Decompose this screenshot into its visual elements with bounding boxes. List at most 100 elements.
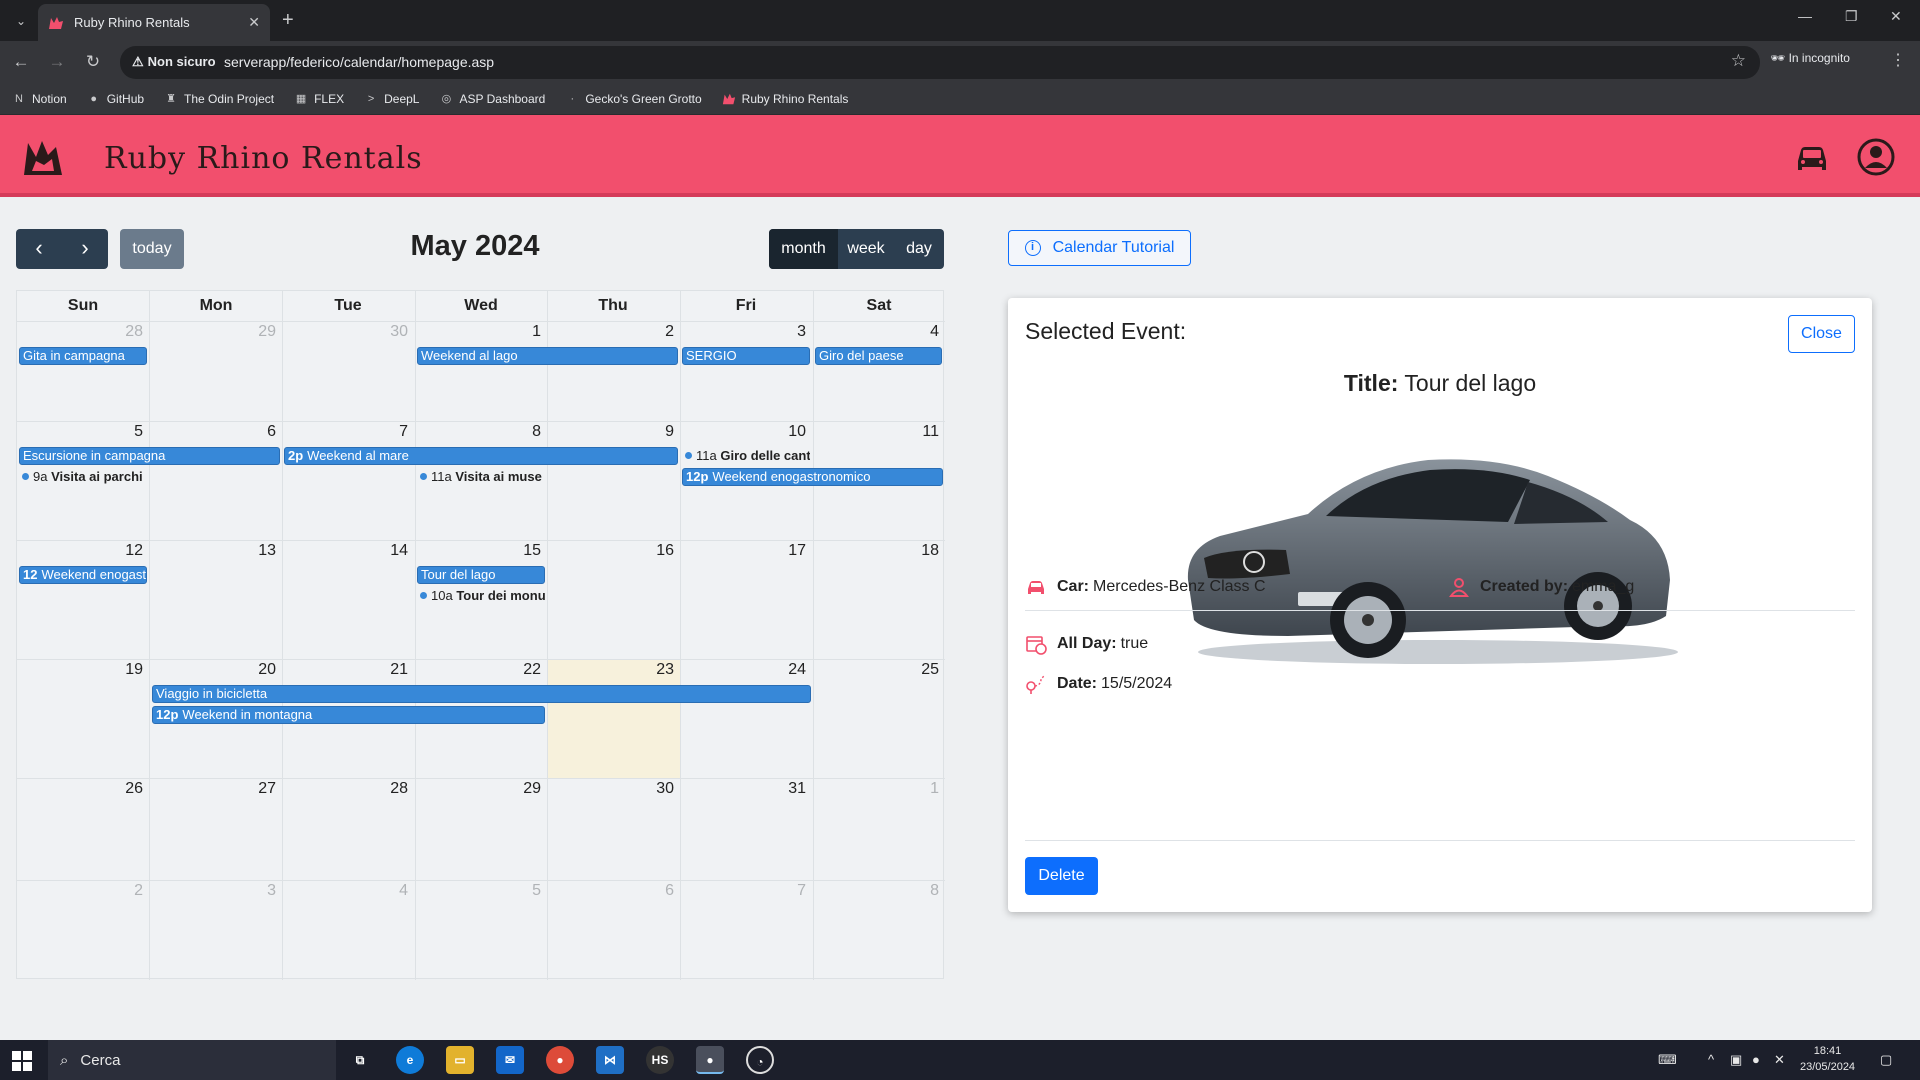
day-number[interactable]: 25 <box>909 661 939 679</box>
url-text[interactable]: serverapp/federico/calendar/homepage.asp <box>224 54 494 70</box>
day-number[interactable]: 28 <box>113 323 143 341</box>
user-account-icon[interactable] <box>1856 137 1896 177</box>
keyboard-icon[interactable]: ⌨ <box>1658 1052 1677 1068</box>
day-number[interactable]: 13 <box>246 542 276 560</box>
bookmark-star-icon[interactable]: ☆ <box>1731 51 1746 71</box>
tab-search-button[interactable]: ⌄ <box>10 10 32 32</box>
window-close-icon[interactable]: ✕ <box>1890 8 1902 25</box>
chrome-icon[interactable]: ● <box>546 1046 574 1074</box>
calendar-event[interactable]: 10a Tour dei monu <box>417 587 545 605</box>
day-number[interactable]: 4 <box>378 882 408 900</box>
calendar-event[interactable]: SERGIO <box>682 347 810 365</box>
minimize-icon[interactable]: — <box>1798 8 1812 24</box>
day-number[interactable]: 5 <box>113 423 143 441</box>
incognito-indicator[interactable]: 🕶 In incognito <box>1770 51 1850 65</box>
day-number[interactable]: 6 <box>246 423 276 441</box>
mail-icon[interactable]: ✉ <box>496 1046 524 1074</box>
security-indicator[interactable]: ⚠ Non sicuro <box>132 54 220 70</box>
restore-icon[interactable]: ❐ <box>1845 8 1858 25</box>
day-number[interactable]: 24 <box>776 661 806 679</box>
day-number[interactable]: 2 <box>644 323 674 341</box>
calendar-event[interactable]: 9a Visita ai parchi <box>19 468 147 486</box>
close-button[interactable]: Close <box>1788 315 1855 353</box>
calendar-event[interactable]: 11a Visita ai muse <box>417 468 545 486</box>
day-number[interactable]: 6 <box>644 882 674 900</box>
day-number[interactable]: 9 <box>644 423 674 441</box>
day-number[interactable]: 2 <box>113 882 143 900</box>
edge-icon[interactable]: e <box>396 1046 424 1074</box>
day-number[interactable]: 28 <box>378 780 408 798</box>
address-bar[interactable]: ⚠ Non sicuro serverapp/federico/calendar/… <box>120 46 1760 79</box>
taskbar-clock[interactable]: 18:41 23/05/2024 <box>1800 1043 1855 1075</box>
day-number[interactable]: 30 <box>378 323 408 341</box>
day-number[interactable]: 21 <box>378 661 408 679</box>
day-number[interactable]: 3 <box>246 882 276 900</box>
file-explorer-icon[interactable]: ▭ <box>446 1046 474 1074</box>
calendar-event[interactable]: Giro del paese <box>815 347 942 365</box>
day-number[interactable]: 8 <box>909 882 939 900</box>
task-view-icon[interactable]: ⧉ <box>346 1046 374 1074</box>
day-number[interactable]: 5 <box>511 882 541 900</box>
new-tab-button[interactable]: + <box>282 9 294 31</box>
day-number[interactable]: 3 <box>776 323 806 341</box>
calendar-tutorial-button[interactable]: i Calendar Tutorial <box>1008 230 1191 266</box>
calendar-event[interactable]: 12p Weekend in montagna <box>152 706 545 724</box>
prev-month-button[interactable]: ‹ <box>16 229 62 269</box>
day-number[interactable]: 19 <box>113 661 143 679</box>
day-number[interactable]: 1 <box>511 323 541 341</box>
day-number[interactable]: 18 <box>909 542 939 560</box>
notification-icon[interactable]: ▢ <box>1880 1052 1892 1068</box>
hs-app-icon[interactable]: HS <box>646 1046 674 1074</box>
day-view-button[interactable]: day <box>894 229 944 269</box>
calendar-event[interactable]: 12 Weekend enogast <box>19 566 147 584</box>
month-view-button[interactable]: month <box>769 229 838 269</box>
calendar-event[interactable]: 2p Weekend al mare <box>284 447 678 465</box>
tray-chevron-icon[interactable]: ^ <box>1708 1052 1714 1067</box>
day-number[interactable]: 7 <box>776 882 806 900</box>
calendar-event-selected[interactable]: Tour del lago <box>417 566 545 584</box>
bookmark-odin-project[interactable]: ♜ The Odin Project <box>164 92 274 106</box>
day-number[interactable]: 27 <box>246 780 276 798</box>
day-number[interactable]: 29 <box>246 323 276 341</box>
day-number[interactable]: 30 <box>644 780 674 798</box>
reload-icon[interactable]: ↻ <box>82 51 104 73</box>
today-button[interactable]: today <box>120 229 184 269</box>
day-number[interactable]: 26 <box>113 780 143 798</box>
day-number[interactable]: 10 <box>776 423 806 441</box>
volume-muted-icon[interactable]: ✕ <box>1774 1052 1785 1068</box>
taskbar-search[interactable]: ⌕ Cerca <box>48 1040 336 1080</box>
bookmark-notion[interactable]: N Notion <box>12 92 67 106</box>
microphone-icon[interactable]: ● <box>1752 1052 1760 1067</box>
forward-icon[interactable]: → <box>46 51 68 73</box>
day-number[interactable]: 4 <box>909 323 939 341</box>
calendar-event[interactable]: Gita in campagna <box>19 347 147 365</box>
recording-app-icon[interactable]: ◔ <box>746 1046 774 1074</box>
bookmark-deepl[interactable]: > DeepL <box>364 92 420 106</box>
day-number[interactable]: 23 <box>644 661 674 679</box>
browser-tab[interactable]: Ruby Rhino Rentals ✕ <box>38 4 270 41</box>
bookmark-asp-dashboard[interactable]: ◎ ASP Dashboard <box>439 92 546 106</box>
bookmark-geckos-green-grotto[interactable]: · Gecko's Green Grotto <box>565 92 701 106</box>
bookmark-github[interactable]: ● GitHub <box>87 92 144 106</box>
day-number[interactable]: 22 <box>511 661 541 679</box>
vscode-icon[interactable]: ⋈ <box>596 1046 624 1074</box>
day-number[interactable]: 20 <box>246 661 276 679</box>
day-number[interactable]: 29 <box>511 780 541 798</box>
day-number[interactable]: 7 <box>378 423 408 441</box>
calendar-event[interactable]: 12p Weekend enogastronomico <box>682 468 943 486</box>
brand-title[interactable]: Ruby Rhino Rentals <box>104 141 423 176</box>
day-number[interactable]: 16 <box>644 542 674 560</box>
day-number[interactable]: 1 <box>909 780 939 798</box>
bookmark-ruby-rhino-rentals[interactable]: Ruby Rhino Rentals <box>722 92 848 106</box>
calendar-event[interactable]: Weekend al lago <box>417 347 678 365</box>
day-number[interactable]: 11 <box>909 423 939 441</box>
rhino-logo-icon[interactable] <box>22 139 64 177</box>
delete-button[interactable]: Delete <box>1025 857 1098 895</box>
day-number[interactable]: 14 <box>378 542 408 560</box>
week-view-button[interactable]: week <box>838 229 894 269</box>
day-number[interactable]: 31 <box>776 780 806 798</box>
day-number[interactable]: 17 <box>776 542 806 560</box>
calendar-event[interactable]: 11a Giro delle cant <box>682 447 810 465</box>
browser-menu-icon[interactable]: ⋮ <box>1890 50 1906 70</box>
tab-close-icon[interactable]: ✕ <box>248 14 260 31</box>
